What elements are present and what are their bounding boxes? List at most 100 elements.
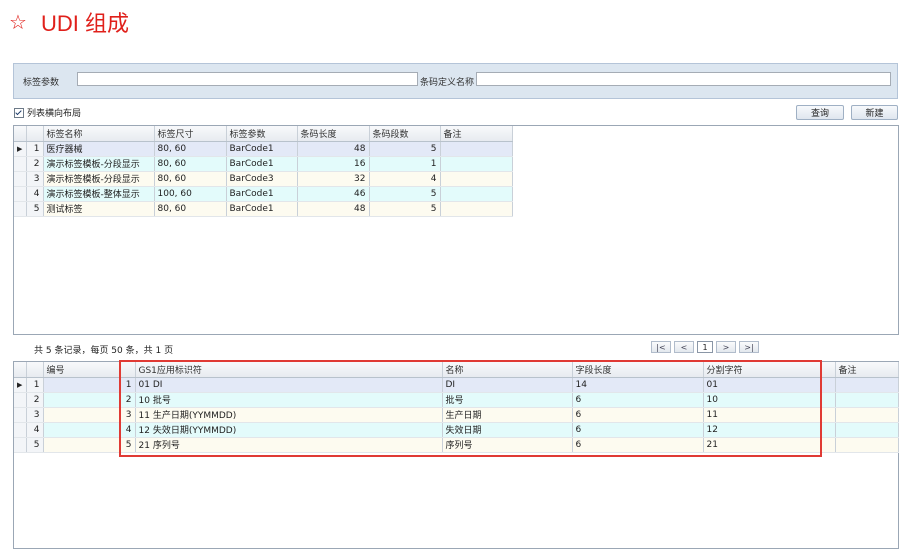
cell-name[interactable]: 失效日期 xyxy=(442,422,573,438)
table-row[interactable]: 5 测试标签 80, 60 BarCode1 48 5 xyxy=(14,201,513,217)
cell-length[interactable]: 6 xyxy=(572,437,704,453)
cell-name[interactable]: 医疗器械 xyxy=(43,141,155,157)
row-number: 4 xyxy=(26,422,44,438)
cell-note[interactable] xyxy=(440,141,513,157)
col-header[interactable]: 备注 xyxy=(440,126,513,142)
col-header[interactable]: 编号 xyxy=(43,362,136,378)
table-row[interactable]: ▶ 1 1 01 DI DI 14 01 xyxy=(14,377,899,393)
cell-ai[interactable]: 01 DI xyxy=(135,377,443,393)
horizontal-layout-toggle[interactable]: 列表横向布局 xyxy=(14,106,81,119)
cell-ai[interactable]: 12 失效日期(YYMMDD) xyxy=(135,422,443,438)
cell-segments[interactable]: 1 xyxy=(369,156,441,172)
table-row[interactable]: 4 4 12 失效日期(YYMMDD) 失效日期 6 12 xyxy=(14,422,899,438)
col-header[interactable]: 标签尺寸 xyxy=(154,126,227,142)
cell-no[interactable]: 1 xyxy=(43,377,136,393)
cell-segments[interactable]: 4 xyxy=(369,171,441,187)
cell-note[interactable] xyxy=(440,186,513,202)
cell-note[interactable] xyxy=(835,377,899,393)
cell-length[interactable]: 6 xyxy=(572,407,704,423)
cell-size[interactable]: 100, 60 xyxy=(154,186,227,202)
cell-no[interactable]: 4 xyxy=(43,422,136,438)
col-header[interactable]: 名称 xyxy=(442,362,573,378)
cell-sep[interactable]: 12 xyxy=(703,422,836,438)
cell-sep[interactable]: 10 xyxy=(703,392,836,408)
table-row[interactable]: 3 演示标签模板-分段显示 80, 60 BarCode3 32 4 xyxy=(14,171,513,187)
cell-name[interactable]: 演示标签模板-分段显示 xyxy=(43,156,155,172)
cell-param[interactable]: BarCode1 xyxy=(226,156,298,172)
barcode-name-input[interactable] xyxy=(476,72,891,86)
cell-ai[interactable]: 10 批号 xyxy=(135,392,443,408)
cell-note[interactable] xyxy=(440,201,513,217)
cell-length[interactable]: 14 xyxy=(572,377,704,393)
table-row[interactable]: 2 2 10 批号 批号 6 10 xyxy=(14,392,899,408)
new-button[interactable]: 新建 xyxy=(851,105,898,120)
table-row[interactable]: 3 3 11 生产日期(YYMMDD) 生产日期 6 11 xyxy=(14,407,899,423)
col-header[interactable]: 标签参数 xyxy=(226,126,298,142)
row-indicator xyxy=(14,437,27,453)
cell-length[interactable]: 32 xyxy=(297,171,370,187)
label-param-input[interactable] xyxy=(77,72,418,86)
cell-note[interactable] xyxy=(835,407,899,423)
col-header[interactable]: 备注 xyxy=(835,362,899,378)
col-header[interactable]: 条码段数 xyxy=(369,126,441,142)
cell-note[interactable] xyxy=(440,156,513,172)
cell-length[interactable]: 48 xyxy=(297,201,370,217)
cell-param[interactable]: BarCode1 xyxy=(226,201,298,217)
cell-size[interactable]: 80, 60 xyxy=(154,156,227,172)
horizontal-layout-label: 列表横向布局 xyxy=(27,109,82,119)
cell-no[interactable]: 2 xyxy=(43,392,136,408)
cell-segments[interactable]: 5 xyxy=(369,186,441,202)
col-header[interactable]: 字段长度 xyxy=(572,362,704,378)
cell-name[interactable]: 演示标签模板-分段显示 xyxy=(43,171,155,187)
table-row[interactable]: 2 演示标签模板-分段显示 80, 60 BarCode1 16 1 xyxy=(14,156,513,172)
cell-name[interactable]: DI xyxy=(442,377,573,393)
cell-ai[interactable]: 11 生产日期(YYMMDD) xyxy=(135,407,443,423)
query-button[interactable]: 查询 xyxy=(796,105,844,120)
cell-note[interactable] xyxy=(835,437,899,453)
cell-name[interactable]: 测试标签 xyxy=(43,201,155,217)
table-row[interactable]: 5 5 21 序列号 序列号 6 21 xyxy=(14,437,899,453)
cell-no[interactable]: 3 xyxy=(43,407,136,423)
cell-size[interactable]: 80, 60 xyxy=(154,141,227,157)
cell-sep[interactable]: 01 xyxy=(703,377,836,393)
row-number: 3 xyxy=(26,171,44,187)
cell-length[interactable]: 46 xyxy=(297,186,370,202)
cell-ai[interactable]: 21 序列号 xyxy=(135,437,443,453)
cell-name[interactable]: 批号 xyxy=(442,392,573,408)
next-page-button[interactable]: > xyxy=(716,341,736,353)
cell-note[interactable] xyxy=(440,171,513,187)
col-header[interactable]: GS1应用标识符 xyxy=(135,362,443,378)
cell-size[interactable]: 80, 60 xyxy=(154,201,227,217)
cell-segments[interactable]: 5 xyxy=(369,201,441,217)
cell-name[interactable]: 生产日期 xyxy=(442,407,573,423)
first-page-button[interactable]: |< xyxy=(651,341,671,353)
cell-sep[interactable]: 11 xyxy=(703,407,836,423)
page-number-input[interactable]: 1 xyxy=(697,341,713,353)
cell-name[interactable]: 演示标签模板-整体显示 xyxy=(43,186,155,202)
prev-page-button[interactable]: < xyxy=(674,341,694,353)
cell-sep[interactable]: 21 xyxy=(703,437,836,453)
cell-no[interactable]: 5 xyxy=(43,437,136,453)
cell-param[interactable]: BarCode1 xyxy=(226,186,298,202)
col-header[interactable]: 分割字符 xyxy=(703,362,836,378)
cell-length[interactable]: 16 xyxy=(297,156,370,172)
cell-note[interactable] xyxy=(835,422,899,438)
cell-name[interactable]: 序列号 xyxy=(442,437,573,453)
table-row[interactable]: 4 演示标签模板-整体显示 100, 60 BarCode1 46 5 xyxy=(14,186,513,202)
cell-param[interactable]: BarCode3 xyxy=(226,171,298,187)
row-number: 5 xyxy=(26,201,44,217)
cell-segments[interactable]: 5 xyxy=(369,141,441,157)
col-header[interactable]: 条码长度 xyxy=(297,126,370,142)
col-header[interactable]: 标签名称 xyxy=(43,126,155,142)
cell-note[interactable] xyxy=(835,392,899,408)
barcode-name-label: 条码定义名称 xyxy=(420,78,475,88)
cell-length[interactable]: 6 xyxy=(572,422,704,438)
cell-size[interactable]: 80, 60 xyxy=(154,171,227,187)
checkbox-checked-icon[interactable] xyxy=(14,107,24,118)
row-number: 2 xyxy=(26,156,44,172)
cell-param[interactable]: BarCode1 xyxy=(226,141,298,157)
cell-length[interactable]: 6 xyxy=(572,392,704,408)
last-page-button[interactable]: >| xyxy=(739,341,759,353)
cell-length[interactable]: 48 xyxy=(297,141,370,157)
table-row[interactable]: ▶ 1 医疗器械 80, 60 BarCode1 48 5 xyxy=(14,141,513,157)
